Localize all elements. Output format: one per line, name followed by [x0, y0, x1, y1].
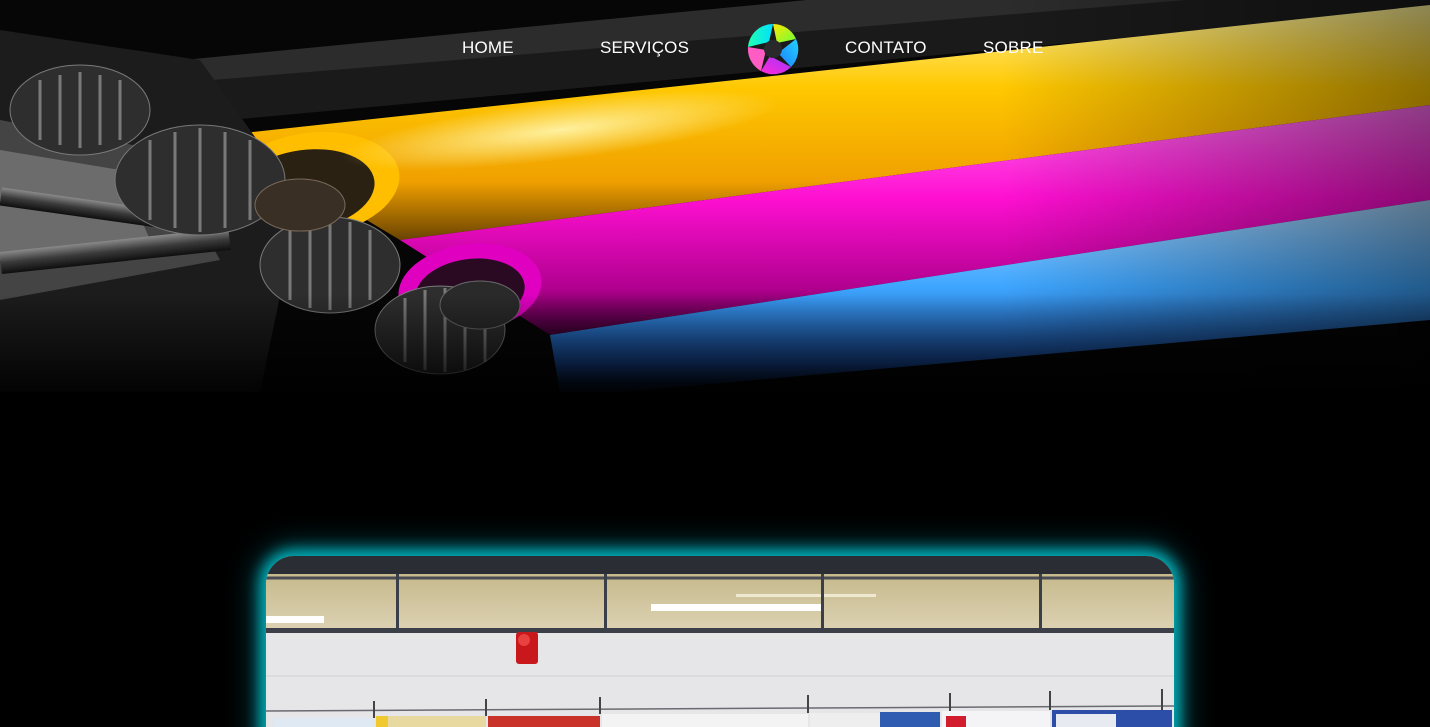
- showcase-image: [266, 556, 1174, 727]
- aperture-logo-icon[interactable]: [747, 23, 799, 75]
- nav-home[interactable]: HOME: [462, 38, 514, 58]
- nav-servicos[interactable]: SERVIÇOS: [600, 38, 689, 58]
- page: HOME SERVIÇOS CONTATO SOBRE: [0, 0, 1430, 727]
- main-nav: HOME SERVIÇOS CONTATO SOBRE: [0, 0, 1430, 96]
- showcase-image-frame: [266, 556, 1174, 727]
- nav-contato[interactable]: CONTATO: [845, 38, 927, 58]
- nav-sobre[interactable]: SOBRE: [983, 38, 1044, 58]
